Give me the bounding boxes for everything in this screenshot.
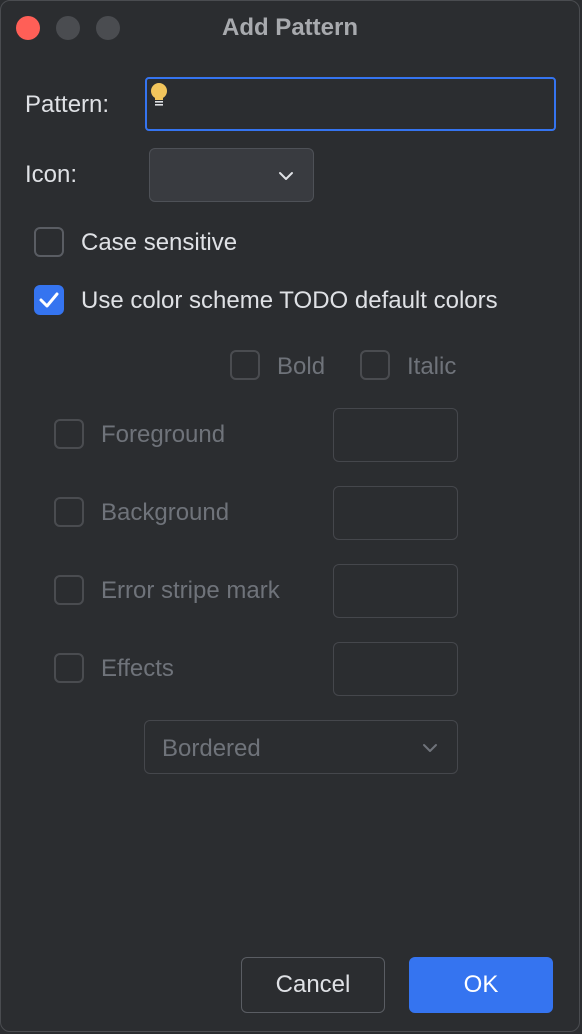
ok-button[interactable]: OK xyxy=(409,957,553,1013)
chevron-down-icon xyxy=(423,744,437,752)
effects-checkbox[interactable] xyxy=(54,653,84,683)
effect-type-dropdown[interactable]: Bordered xyxy=(144,720,458,774)
foreground-color-swatch[interactable] xyxy=(333,408,458,462)
error-stripe-label: Error stripe mark xyxy=(101,577,280,604)
foreground-label: Foreground xyxy=(101,421,226,448)
icon-dropdown[interactable] xyxy=(149,148,314,202)
effect-type-value: Bordered xyxy=(162,735,261,762)
add-pattern-dialog: Add Pattern Pattern: Icon: Case sensitiv… xyxy=(0,0,580,1032)
dialog-title: Add Pattern xyxy=(221,14,358,41)
foreground-checkbox[interactable] xyxy=(54,419,84,449)
effects-label: Effects xyxy=(101,655,174,682)
case-sensitive-label: Case sensitive xyxy=(81,229,238,256)
pattern-label: Pattern: xyxy=(25,91,110,118)
background-color-swatch[interactable] xyxy=(333,486,458,540)
italic-checkbox[interactable] xyxy=(360,350,390,380)
error-stripe-color-swatch[interactable] xyxy=(333,564,458,618)
error-stripe-checkbox[interactable] xyxy=(54,575,84,605)
bold-checkbox[interactable] xyxy=(230,350,260,380)
checkmark-icon xyxy=(39,292,59,308)
title-bar: Add Pattern xyxy=(1,1,579,55)
icon-label: Icon: xyxy=(25,161,78,188)
pattern-input[interactable] xyxy=(145,77,556,131)
case-sensitive-checkbox[interactable] xyxy=(34,227,64,257)
bold-label: Bold xyxy=(277,353,326,380)
use-color-scheme-label: Use color scheme TODO default colors xyxy=(81,287,498,314)
effects-color-swatch[interactable] xyxy=(333,642,458,696)
use-color-scheme-checkbox[interactable] xyxy=(34,285,64,315)
cancel-button[interactable]: Cancel xyxy=(241,957,385,1013)
italic-label: Italic xyxy=(407,353,457,380)
lightbulb-icon[interactable] xyxy=(149,81,169,111)
chevron-down-icon xyxy=(279,172,293,180)
background-label: Background xyxy=(101,499,230,526)
background-checkbox[interactable] xyxy=(54,497,84,527)
